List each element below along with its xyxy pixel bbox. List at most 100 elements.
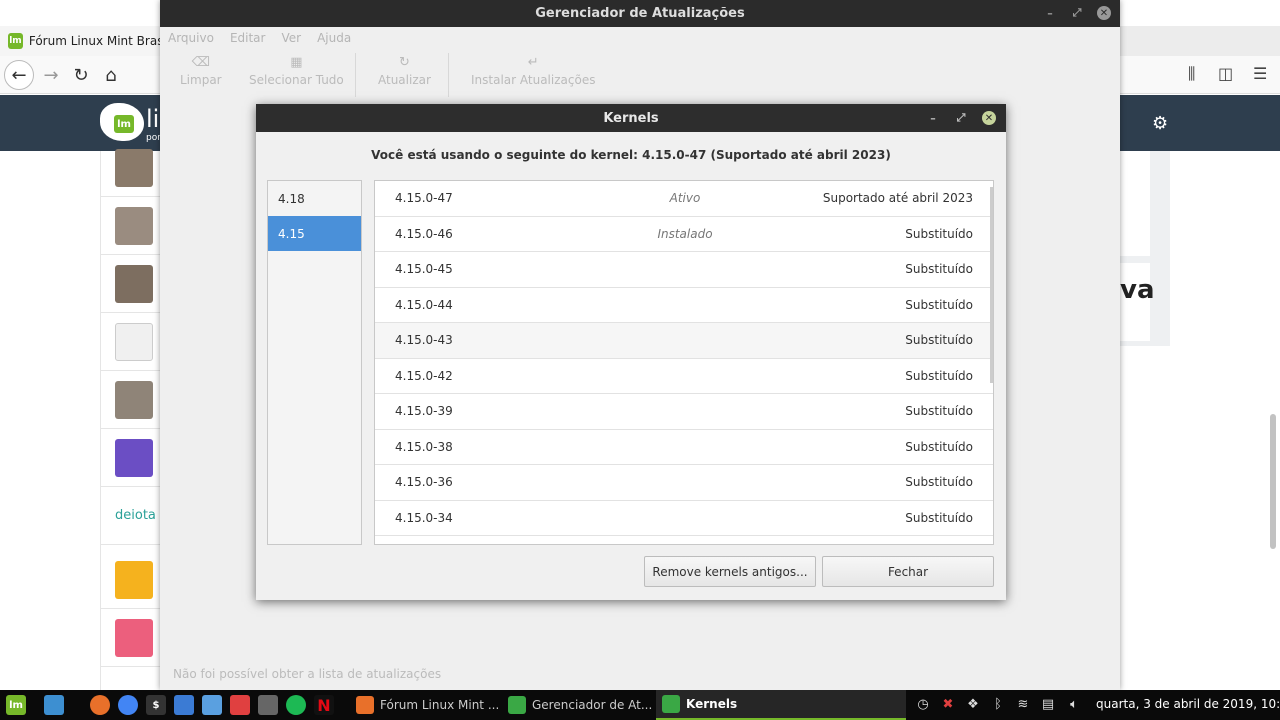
calculator-launcher-icon[interactable] [258, 695, 278, 715]
kernels-titlebar[interactable]: Kernels – ⤢ ✕ [256, 104, 1006, 132]
list-item[interactable]: deiota [101, 487, 161, 545]
files-launcher-icon[interactable] [202, 695, 222, 715]
kernel-support: Substituído [905, 226, 973, 241]
menu-item-ver[interactable]: Ver [281, 31, 301, 45]
menu-item-editar[interactable]: Editar [230, 31, 266, 45]
install-icon: ↵ [527, 55, 539, 70]
forward-arrow-icon[interactable]: → [36, 60, 66, 90]
hamburger-menu-icon[interactable]: ☰ [1253, 64, 1267, 83]
maximize-icon[interactable]: ⤢ [1070, 6, 1084, 20]
site-logo[interactable]: lm li por [100, 103, 161, 143]
kernel-support: Substituído [905, 439, 973, 454]
table-row[interactable]: 4.15.0-38 Substituído [375, 430, 993, 465]
taskbar: lm $ N Fórum Linux Mint ... Gerenciador … [0, 690, 1280, 720]
avatar [115, 148, 153, 187]
table-row[interactable]: 4.15.0-34 Substituído [375, 501, 993, 536]
sidebar-icon[interactable]: ◫ [1218, 64, 1233, 83]
site-logo-text: li [146, 105, 160, 133]
list-item[interactable] [101, 551, 161, 609]
netflix-launcher-icon[interactable]: N [314, 695, 334, 715]
table-row[interactable]: 4.15.0-43 Substituído [375, 323, 993, 359]
library-icon[interactable]: ⫼ [1188, 64, 1195, 84]
spotify-launcher-icon[interactable] [286, 695, 306, 715]
firefox-launcher-icon[interactable] [90, 695, 110, 715]
task-update-manager[interactable]: Gerenciador de At... [502, 690, 652, 720]
bluetooth-icon[interactable]: ᛒ [990, 696, 1006, 712]
gear-icon[interactable]: ⚙ [1152, 113, 1168, 134]
select-all-button[interactable]: ▦ Selecionar Tudo [249, 55, 344, 87]
kernel-version: 4.15.0-36 [395, 475, 453, 489]
username-link[interactable]: deiota [115, 508, 156, 523]
card-panel [1120, 151, 1150, 256]
update-tray-icon[interactable]: ▤ [1040, 696, 1056, 712]
home-icon[interactable]: ⌂ [96, 60, 126, 90]
install-updates-button[interactable]: ↵ Instalar Atualizações [471, 55, 595, 87]
clock-app-icon[interactable]: ◷ [915, 696, 931, 712]
wifi-icon[interactable]: ≋ [1015, 696, 1031, 712]
mint-logo-icon: lm [114, 115, 134, 133]
dropbox-icon[interactable]: ❖ [965, 696, 981, 712]
terminal-launcher-icon[interactable]: $ [146, 695, 166, 715]
avatar [115, 560, 153, 599]
card-text: va [1120, 275, 1155, 305]
maximize-icon[interactable]: ⤢ [954, 111, 968, 125]
list-item[interactable] [101, 197, 161, 255]
back-arrow-icon[interactable]: ← [4, 60, 34, 90]
remove-old-kernels-button[interactable]: Remove kernels antigos... [644, 556, 816, 587]
kernel-list-scrollbar[interactable] [990, 187, 993, 383]
list-item[interactable] [101, 139, 161, 197]
table-row[interactable]: 4.15.0-42 Substituído [375, 359, 993, 394]
close-icon[interactable]: ✕ [982, 111, 996, 125]
list-item[interactable] [101, 313, 161, 371]
chrome-launcher-icon[interactable] [118, 695, 138, 715]
menu-item-arquivo[interactable]: Arquivo [168, 31, 214, 45]
text-editor-launcher-icon[interactable] [174, 695, 194, 715]
kernel-support: Substituído [905, 475, 973, 489]
toolbar-separator [355, 53, 356, 97]
table-row[interactable]: 4.15.0-47 Ativo Suportado até abril 2023 [375, 181, 993, 217]
refresh-button[interactable]: ↻ Atualizar [378, 55, 431, 87]
list-item[interactable] [101, 371, 161, 429]
kernel-status: Ativo [669, 191, 701, 205]
table-row[interactable]: 4.15.0-44 Substituído [375, 288, 993, 323]
menu-item-ajuda[interactable]: Ajuda [317, 31, 351, 45]
list-item[interactable] [101, 429, 161, 487]
minimize-icon[interactable]: – [1043, 6, 1057, 20]
select-all-label: Selecionar Tudo [249, 73, 344, 87]
table-row[interactable]: 4.15.0-46 Instalado Substituído [375, 217, 993, 252]
close-icon[interactable]: ✕ [1097, 6, 1111, 20]
volume-icon[interactable]: 🔈︎ [1066, 696, 1082, 712]
refresh-label: Atualizar [378, 73, 431, 87]
avatar [115, 380, 153, 419]
kernel-version: 4.15.0-38 [395, 439, 453, 454]
list-item[interactable] [101, 609, 161, 667]
task-kernels[interactable]: Kernels [656, 690, 906, 720]
close-button[interactable]: Fechar [822, 556, 994, 587]
page-scrollbar[interactable] [1270, 414, 1276, 549]
clear-button[interactable]: ⌫ Limpar [180, 55, 222, 87]
task-firefox[interactable]: Fórum Linux Mint ... [350, 690, 498, 720]
dialog-title: Kernels [603, 110, 659, 126]
calendar-launcher-icon[interactable] [230, 695, 250, 715]
clear-label: Limpar [180, 73, 222, 87]
version-item-4-15[interactable]: 4.15 [268, 216, 361, 251]
browser-tab[interactable]: lm Fórum Linux Mint Brasil [0, 26, 160, 56]
task-label: Kernels [686, 697, 738, 711]
list-item[interactable] [101, 255, 161, 313]
clock[interactable]: quarta, 3 de abril de 2019, 10:06 [1096, 697, 1280, 711]
refresh-icon: ↻ [399, 55, 410, 70]
minimize-icon[interactable]: – [926, 111, 940, 125]
table-row[interactable]: 4.15.0-39 Substituído [375, 394, 993, 430]
mint-menu-icon[interactable]: lm [6, 695, 26, 715]
shield-tray-icon[interactable]: ✖ [940, 696, 956, 712]
table-row[interactable]: 4.15.0-36 Substituído [375, 465, 993, 501]
sidebar-card: va [1120, 151, 1170, 346]
kernel-version: 4.15.0-43 [395, 333, 453, 347]
reload-icon[interactable]: ↻ [66, 60, 96, 90]
table-row[interactable]: 4.15.0-45 Substituído [375, 252, 993, 288]
update-manager-titlebar[interactable]: Gerenciador de Atualizações – ⤢ ✕ [160, 0, 1120, 27]
version-item-4-18[interactable]: 4.18 [268, 181, 361, 216]
kernel-support: Substituído [905, 297, 973, 312]
kernel-support: Suportado até abril 2023 [822, 191, 973, 205]
show-desktop-icon[interactable] [44, 695, 64, 715]
